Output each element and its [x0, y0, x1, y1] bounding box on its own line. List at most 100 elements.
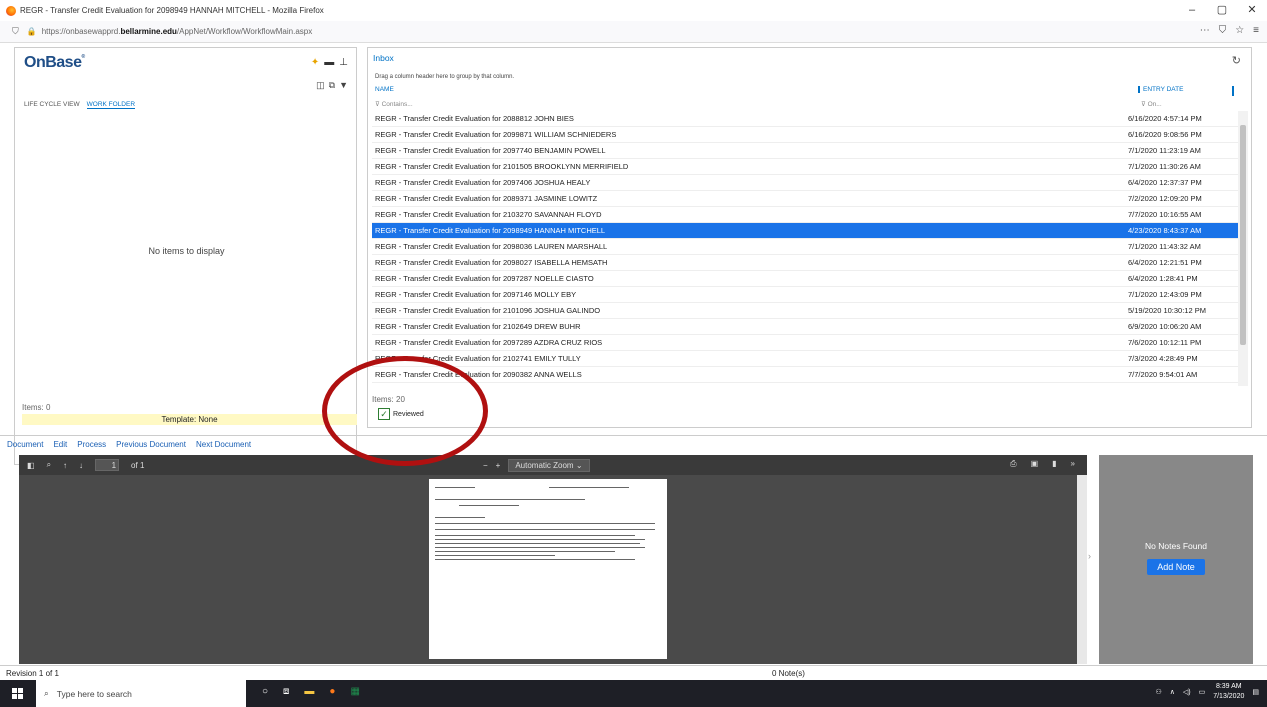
document-viewer: ◧ ⌕ ↑ ↓ 1 of 1 − + Automatic Zoom ⌄ ⎙ ▣ … [19, 455, 1087, 664]
revision-label: Revision 1 of 1 [6, 669, 59, 678]
download-icon[interactable]: ▣ [1031, 459, 1039, 469]
menu-document[interactable]: Document [7, 440, 43, 449]
table-row[interactable]: REGR - Transfer Credit Evaluation for 21… [372, 319, 1238, 335]
viewer-scrollbar[interactable] [1077, 475, 1087, 664]
tab-life-cycle-view[interactable]: LIFE CYCLE VIEW [24, 101, 80, 109]
tray-chevron-icon[interactable]: ∧ [1170, 688, 1175, 696]
inbox-scrollbar[interactable] [1238, 111, 1248, 386]
notification-icon[interactable]: ▤ [1252, 688, 1259, 696]
zoom-out-icon[interactable]: − [483, 461, 488, 470]
find-icon[interactable]: ⌕ [47, 460, 51, 470]
menu-process[interactable]: Process [77, 440, 106, 449]
pocket-icon[interactable]: ⛉ [1219, 25, 1227, 36]
volume-icon[interactable]: ◁) [1183, 688, 1191, 696]
bookmark-icon[interactable]: ▮ [1052, 459, 1056, 469]
table-row[interactable]: REGR - Transfer Credit Evaluation for 20… [372, 111, 1238, 127]
table-row[interactable]: REGR - Transfer Credit Evaluation for 20… [372, 127, 1238, 143]
table-row[interactable]: REGR - Transfer Credit Evaluation for 20… [372, 335, 1238, 351]
print-icon[interactable]: ⎙ [1010, 459, 1016, 469]
table-row[interactable]: REGR - Transfer Credit Evaluation for 21… [372, 351, 1238, 367]
no-notes-message: No Notes Found [1145, 541, 1207, 551]
table-row[interactable]: REGR - Transfer Credit Evaluation for 20… [372, 255, 1238, 271]
window-title: REGR - Transfer Credit Evaluation for 20… [20, 6, 324, 15]
page-number-input[interactable]: 1 [95, 459, 120, 471]
maximize-button[interactable]: ▢ [1207, 0, 1237, 21]
table-row[interactable]: REGR - Transfer Credit Evaluation for 21… [372, 207, 1238, 223]
expand-notes-icon[interactable]: › [1088, 551, 1091, 561]
taskbar-search[interactable]: ⌕ Type here to search [36, 680, 246, 707]
network-icon[interactable]: ▭ [1199, 688, 1206, 696]
windows-taskbar: ⌕ Type here to search ○ ⧈ ▬ ● ▦ ⚇ ∧ ◁) ▭… [0, 680, 1267, 707]
columns-icon[interactable]: ◫ [316, 80, 325, 91]
table-row[interactable]: REGR - Transfer Credit Evaluation for 20… [372, 271, 1238, 287]
viewer-footer: Revision 1 of 1 0 Note(s) [0, 665, 1267, 680]
lock-icon[interactable]: 🔒 [27, 27, 37, 36]
refresh-icon[interactable]: ↻ [1232, 54, 1241, 67]
column-header-name[interactable]: NAME [375, 86, 394, 93]
document-menu: Document Edit Process Previous Document … [0, 435, 1267, 449]
column-header-entry-date[interactable]: ENTRY DATE [1138, 86, 1234, 96]
url-domain: bellarmine.edu [120, 27, 177, 36]
minimize-button[interactable]: – [1177, 0, 1207, 21]
previous-document-link[interactable]: Previous Document [116, 440, 186, 449]
list-icon[interactable]: ▬ [324, 57, 334, 68]
shield-icon[interactable]: ⛉ [12, 26, 19, 37]
search-placeholder: Type here to search [56, 688, 132, 699]
task-view-icon[interactable]: ⧈ [283, 686, 289, 697]
table-row[interactable]: REGR - Transfer Credit Evaluation for 20… [372, 143, 1238, 159]
menu-icon[interactable]: ≡ [1253, 25, 1259, 36]
group-hint: Drag a column header here to group by th… [375, 74, 515, 80]
more-icon[interactable]: ⋯ [1200, 25, 1210, 36]
sidebar-toggle-icon[interactable]: ◧ [27, 461, 35, 470]
notes-count: 0 Note(s) [772, 669, 805, 678]
page-total: of 1 [131, 460, 145, 470]
firefox-taskbar-icon[interactable]: ● [329, 686, 335, 697]
template-label: Template: None [22, 414, 357, 425]
people-icon[interactable]: ⚇ [1155, 688, 1161, 696]
viewer-toolbar: ◧ ⌕ ↑ ↓ 1 of 1 − + Automatic Zoom ⌄ ⎙ ▣ … [19, 455, 1087, 475]
document-page [429, 479, 667, 659]
menu-edit[interactable]: Edit [53, 440, 67, 449]
next-document-link[interactable]: Next Document [196, 440, 251, 449]
name-filter[interactable]: ⊽ Contains... [375, 100, 413, 108]
empty-message: No items to display [148, 246, 225, 256]
table-row[interactable]: REGR - Transfer Credit Evaluation for 20… [372, 175, 1238, 191]
table-row-selected[interactable]: REGR - Transfer Credit Evaluation for 20… [372, 223, 1238, 239]
table-row[interactable]: REGR - Transfer Credit Evaluation for 20… [372, 191, 1238, 207]
table-row[interactable]: REGR - Transfer Credit Evaluation for 20… [372, 239, 1238, 255]
inbox-rows: REGR - Transfer Credit Evaluation for 20… [372, 111, 1238, 421]
window-titlebar: REGR - Transfer Credit Evaluation for 20… [0, 0, 1267, 21]
url-bar[interactable]: ⛉ 🔒 https://onbasewapprd. bellarmine.edu /… [0, 21, 1267, 43]
url-prefix: https://onbasewapprd. [41, 27, 121, 36]
star-add-icon[interactable]: ✦ [311, 57, 319, 68]
tools-chevron-icon[interactable]: » [1071, 459, 1075, 469]
table-row[interactable]: REGR - Transfer Credit Evaluation for 21… [372, 159, 1238, 175]
bookmark-star-icon[interactable]: ☆ [1235, 25, 1244, 36]
close-button[interactable]: ✕ [1237, 0, 1267, 21]
windows-start-icon[interactable] [12, 688, 23, 699]
items-count: Items: 0 [22, 403, 51, 412]
zoom-select[interactable]: Automatic Zoom ⌄ [508, 459, 590, 472]
filter-icon[interactable]: ▼ [339, 80, 348, 91]
table-row[interactable]: REGR - Transfer Credit Evaluation for 21… [372, 303, 1238, 319]
scrollbar-thumb[interactable] [1240, 125, 1246, 345]
file-explorer-icon[interactable]: ▬ [304, 686, 314, 697]
table-row[interactable]: REGR - Transfer Credit Evaluation for 20… [372, 287, 1238, 303]
cortana-icon[interactable]: ○ [262, 686, 268, 697]
inbox-title: Inbox [373, 53, 394, 63]
firefox-icon [6, 5, 16, 16]
date-filter[interactable]: ⊽ On... [1141, 100, 1162, 108]
tab-work-folder[interactable]: WORK FOLDER [86, 101, 136, 109]
pin-icon[interactable]: ⊥ [339, 57, 348, 68]
clock[interactable]: 8:39 AM 7/13/2020 [1213, 682, 1244, 702]
zoom-in-icon[interactable]: + [496, 461, 501, 470]
inbox-panel: Inbox ↻ Drag a column header here to gro… [367, 47, 1252, 428]
system-tray: ⚇ ∧ ◁) ▭ 8:39 AM 7/13/2020 ▤ [1155, 682, 1259, 702]
next-page-icon[interactable]: ↓ [79, 461, 83, 470]
copy-icon[interactable]: ⧉ [329, 80, 335, 91]
add-note-button[interactable]: Add Note [1147, 559, 1205, 575]
excel-icon[interactable]: ▦ [350, 686, 359, 697]
prev-page-icon[interactable]: ↑ [63, 461, 67, 470]
table-row[interactable]: REGR - Transfer Credit Evaluation for 20… [372, 367, 1238, 383]
window-controls: – ▢ ✕ [1177, 0, 1267, 21]
